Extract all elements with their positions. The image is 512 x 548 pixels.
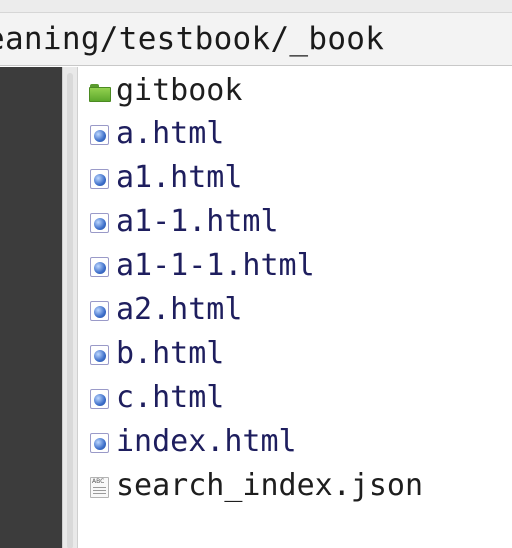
file-row-gitbook[interactable]: gitbook [79,69,512,113]
html-file-icon [89,433,111,453]
file-row-a1-1-html[interactable]: a1-1.html [79,200,512,244]
file-row-index-html[interactable]: index.html [79,420,512,464]
file-name: a.html [116,116,225,151]
file-row-c-html[interactable]: c.html [79,376,512,420]
file-row-a1-1-1-html[interactable]: a1-1-1.html [79,244,512,288]
file-name: search_index.json [116,468,424,503]
file-name: a1-1-1.html [116,248,315,283]
file-name: a1-1.html [116,204,279,239]
file-name: b.html [116,336,225,371]
file-name: index.html [116,424,297,459]
file-row-a-html[interactable]: a.html [79,112,512,156]
side-pane [0,67,62,548]
window-top-edge [0,0,512,13]
file-row-a1-html[interactable]: a1.html [79,156,512,200]
file-row-search-index-json[interactable]: ABC search_index.json [79,464,512,508]
folder-icon [89,82,111,102]
html-file-icon [89,169,111,189]
html-file-icon [89,345,111,365]
text-file-icon: ABC [89,477,111,498]
file-row-a2-html[interactable]: a2.html [79,288,512,332]
html-file-icon [89,125,111,145]
file-name: gitbook [116,73,243,108]
html-file-icon [89,301,111,321]
file-list: gitbook a.html a1.html a1-1.html a1-1-1.… [79,67,512,548]
html-file-icon [89,213,111,233]
splitter-handle[interactable] [67,73,73,548]
file-name: c.html [116,380,225,415]
html-file-icon [89,389,111,409]
location-path[interactable]: eaning/testbook/_book [0,19,384,59]
file-name: a2.html [116,292,243,327]
html-file-icon [89,257,111,277]
file-name: a1.html [116,160,243,195]
file-row-b-html[interactable]: b.html [79,332,512,376]
pane-splitter[interactable] [62,67,78,548]
location-bar[interactable]: eaning/testbook/_book [0,13,512,66]
